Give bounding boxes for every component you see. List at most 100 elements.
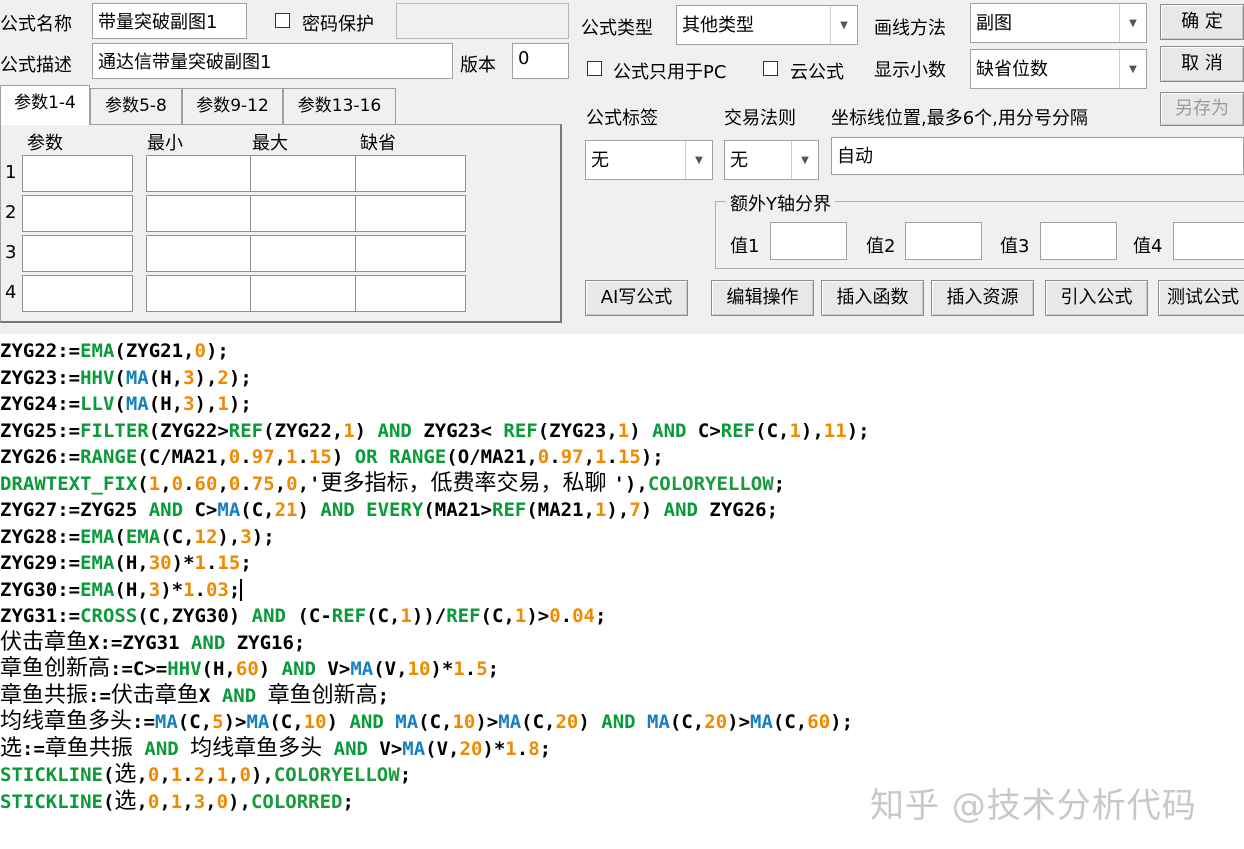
ai-formula-button[interactable]: AI写公式 — [585, 280, 688, 316]
param-max-1-input[interactable] — [250, 155, 361, 192]
code-line[interactable]: DRAWTEXT_FIX(1,0.60,0.75,0,'更多指标，低费率交易，私… — [0, 471, 785, 497]
code-line[interactable]: ZYG24:=LLV(MA(H,3),1); — [0, 391, 252, 417]
code-token: ); — [205, 340, 229, 362]
param-min-3-input[interactable] — [146, 235, 257, 272]
param-param-4-input[interactable] — [22, 275, 133, 312]
param-max-2-input[interactable] — [250, 195, 361, 232]
param-max-3-input[interactable] — [250, 235, 361, 272]
y-value-2-input[interactable] — [905, 222, 982, 260]
code-line[interactable]: 均线章鱼多头:=MA(C,5)>MA(C,10) AND MA(C,10)>MA… — [0, 709, 853, 735]
formula-type-select[interactable]: 其他类型 ▼ — [676, 5, 858, 45]
y-value-4-label: 值4 — [1133, 236, 1163, 257]
param-max-4-input[interactable] — [250, 275, 361, 312]
cloud-checkbox[interactable] — [763, 61, 778, 76]
password-checkbox[interactable] — [275, 13, 290, 28]
axis-position-input[interactable]: 自动 — [831, 137, 1244, 175]
insert-resource-button[interactable]: 插入资源 — [931, 280, 1034, 316]
param-param-1-input[interactable] — [22, 155, 133, 192]
code-token: 60 — [235, 658, 259, 680]
version-label: 版本 — [460, 55, 496, 76]
insert-function-button[interactable]: 插入函数 — [821, 280, 924, 316]
code-line[interactable]: 章鱼创新高:=C>=HHV(H,60) AND V>MA(V,10)*1.5; — [0, 656, 499, 682]
decimal-value: 缺省位数 — [976, 59, 1048, 80]
param-param-2-input[interactable] — [22, 195, 133, 232]
code-token: (C, — [480, 605, 515, 627]
param-min-4-input[interactable] — [146, 275, 257, 312]
code-token: (ZYG22> — [148, 419, 229, 442]
tab-params-1-4[interactable]: 参数1-4 — [0, 85, 90, 125]
code-token: 3 — [183, 366, 195, 389]
code-line[interactable]: 选:=章鱼共振 AND 均线章鱼多头 AND V>MA(V,20)*1.8; — [0, 736, 551, 762]
param-default-1-input[interactable] — [355, 155, 466, 192]
code-token: ), — [606, 499, 630, 521]
trade-rule-select[interactable]: 无 ▼ — [724, 140, 819, 180]
password-input[interactable] — [396, 3, 569, 39]
cancel-button[interactable]: 取 消 — [1160, 46, 1244, 82]
code-token: (V, — [425, 737, 460, 760]
code-token: ZYG29:= — [0, 552, 81, 574]
param-min-1-input[interactable] — [146, 155, 257, 192]
save-as-button[interactable]: 另存为 — [1160, 92, 1244, 126]
code-editor[interactable]: ZYG22:=EMA(ZYG21,0); ZYG23:=HHV(MA(H,3),2… — [0, 334, 1244, 849]
code-token: 1 — [170, 764, 183, 786]
ok-button[interactable]: 确 定 — [1160, 4, 1244, 40]
y-value-1-input[interactable] — [770, 222, 847, 260]
formula-type-value: 其他类型 — [682, 15, 754, 36]
tab-params-5-8[interactable]: 参数5-8 — [90, 88, 182, 124]
code-line[interactable]: ZYG26:=RANGE(C/MA21,0.97,1.15) OR RANGE(… — [0, 444, 664, 470]
code-token: REF — [228, 419, 264, 442]
code-token: ,' — [297, 472, 321, 495]
code-line[interactable]: ZYG30:=EMA(H,3)*1.03; — [0, 577, 243, 603]
code-line[interactable]: ZYG29:=EMA(H,30)*1.15; — [0, 550, 252, 576]
formula-tag-select[interactable]: 无 ▼ — [585, 140, 713, 180]
formula-name-input[interactable]: 带量突破副图1 — [92, 3, 247, 39]
code-line[interactable]: 章鱼共振:=伏击章鱼X AND 章鱼创新高; — [0, 683, 389, 709]
code-token: 0 — [147, 790, 160, 813]
code-token: 1 — [286, 446, 298, 468]
tab-params-9-12[interactable]: 参数9-12 — [182, 88, 283, 124]
code-line[interactable]: STICKLINE(选,0,1.2,1,0),COLORYELLOW; — [0, 762, 411, 788]
y-value-3-input[interactable] — [1040, 222, 1117, 260]
edit-operation-button[interactable]: 编辑操作 — [711, 280, 814, 316]
code-token: ( — [137, 472, 149, 495]
code-line[interactable]: ZYG31:=CROSS(C,ZYG30) AND (C-REF(C,1))/R… — [0, 603, 606, 629]
code-token: MA — [125, 366, 149, 389]
code-token: , — [228, 764, 240, 786]
draw-method-label: 画线方法 — [874, 18, 946, 39]
pc-only-checkbox[interactable] — [587, 61, 602, 76]
code-token: LLV — [80, 393, 115, 415]
param-default-2-input[interactable] — [355, 195, 466, 232]
code-line[interactable]: ZYG27:=ZYG25 AND C>MA(C,21) AND EVERY(MA… — [0, 497, 778, 523]
code-line[interactable]: ZYG22:=EMA(ZYG21,0); — [0, 338, 229, 364]
param-default-4-input[interactable] — [355, 275, 466, 312]
params-col-param: 参数 — [27, 133, 63, 154]
trade-rule-value: 无 — [730, 150, 748, 171]
code-line[interactable]: STICKLINE(选,0,1,3,0),COLORRED; — [0, 789, 354, 815]
param-min-2-input[interactable] — [146, 195, 257, 232]
test-formula-button[interactable]: 测试公式 — [1158, 280, 1244, 316]
code-token: 10 — [407, 658, 431, 680]
code-line[interactable]: 伏击章鱼X:=ZYG31 AND ZYG16; — [0, 630, 305, 656]
y-value-4-input[interactable] — [1173, 222, 1244, 260]
param-default-3-input[interactable] — [355, 235, 466, 272]
code-token: MA — [498, 711, 522, 733]
code-token: ); — [640, 446, 664, 468]
import-formula-button[interactable]: 引入公式 — [1045, 280, 1148, 316]
param-param-3-input[interactable] — [22, 235, 133, 272]
code-line[interactable]: ZYG25:=FILTER(ZYG22>REF(ZYG22,1) AND ZYG… — [0, 418, 870, 444]
version-input[interactable]: 0 — [512, 43, 569, 79]
code-token: AND — [377, 419, 412, 442]
code-token: RANGE — [80, 446, 138, 468]
code-line[interactable]: ZYG28:=EMA(EMA(C,12),3); — [0, 524, 275, 550]
code-line[interactable]: ZYG23:=HHV(MA(H,3),2); — [0, 365, 252, 391]
formula-desc-input[interactable]: 通达信带量突破副图1 — [92, 43, 453, 79]
code-token: 2 — [217, 366, 229, 389]
draw-method-select[interactable]: 副图 ▼ — [970, 3, 1147, 43]
code-token: MA — [125, 393, 149, 415]
decimal-select[interactable]: 缺省位数 ▼ — [970, 49, 1147, 89]
code-token: , — [217, 472, 229, 495]
code-token: )* — [430, 658, 454, 680]
tab-params-13-16[interactable]: 参数13-16 — [283, 88, 396, 124]
formula-name-label: 公式名称 — [0, 14, 72, 35]
